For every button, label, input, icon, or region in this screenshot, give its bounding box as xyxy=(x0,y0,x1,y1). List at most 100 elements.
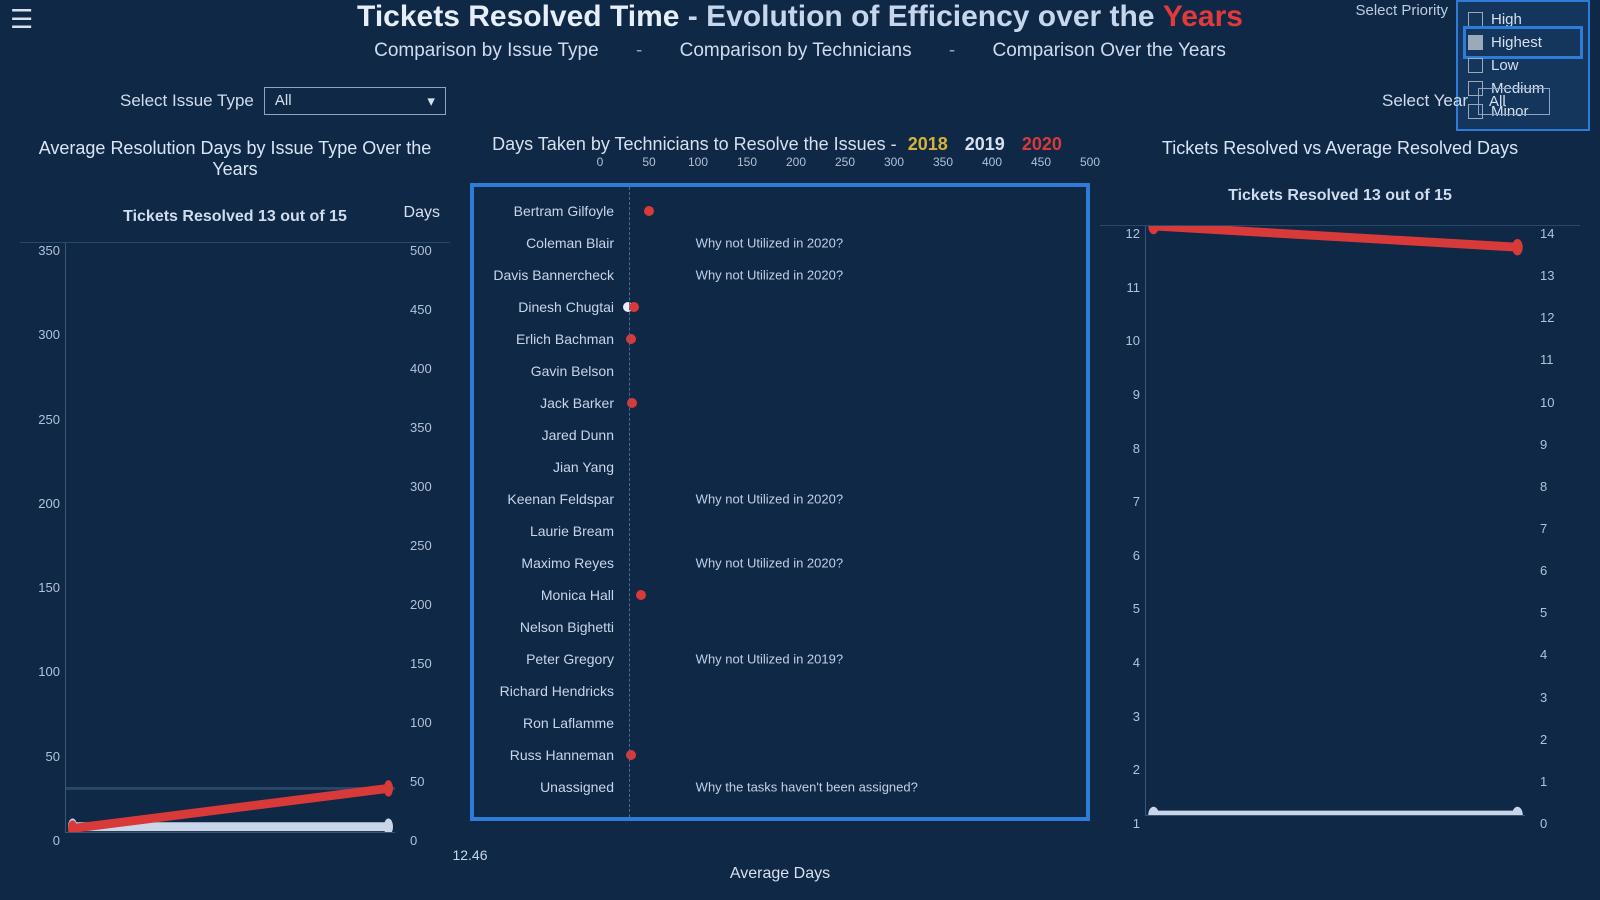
technician-name: Dinesh Chugtai xyxy=(484,299,624,315)
data-point xyxy=(626,750,636,760)
technician-track xyxy=(624,675,1072,707)
technician-track xyxy=(624,419,1072,451)
data-point xyxy=(636,590,646,600)
center-x-axis-label: Average Days xyxy=(470,865,1090,883)
x-tick: 350 xyxy=(933,155,953,169)
left-section-title: Average Resolution Days by Issue Type Ov… xyxy=(20,138,450,180)
technician-track: Why the tasks haven't been assigned? xyxy=(624,771,1072,803)
technician-row: Laurie Bream xyxy=(484,515,1072,547)
legend-2018[interactable]: 2018 xyxy=(908,134,948,154)
technician-track xyxy=(624,579,1072,611)
technician-name: Russ Hanneman xyxy=(484,747,624,763)
tab-separator: - xyxy=(636,40,642,61)
issue-type-dropdown[interactable]: All ▾ xyxy=(264,87,446,115)
technician-name: Erlich Bachman xyxy=(484,331,624,347)
technician-track: Why not Utilized in 2019? xyxy=(624,643,1072,675)
checkbox-icon xyxy=(1468,12,1483,27)
technician-row: Peter Gregory Why not Utilized in 2019? xyxy=(484,643,1072,675)
row-annotation: Why not Utilized in 2020? xyxy=(696,268,843,283)
x-tick: 0 xyxy=(597,155,604,169)
technician-name: Davis Bannercheck xyxy=(484,267,624,283)
technician-name: Jack Barker xyxy=(484,395,624,411)
data-point xyxy=(626,334,636,344)
technician-name: Nelson Bighetti xyxy=(484,619,624,635)
tab-technicians[interactable]: Comparison by Technicians xyxy=(680,40,912,61)
technician-track: Why not Utilized in 2020? xyxy=(624,227,1072,259)
technician-row: Coleman BlairWhy not Utilized in 2020? xyxy=(484,227,1072,259)
checkbox-icon xyxy=(1468,58,1483,73)
technician-name: Maximo Reyes xyxy=(484,555,624,571)
technician-name: Richard Hendricks xyxy=(484,683,624,699)
tab-years[interactable]: Comparison Over the Years xyxy=(992,40,1225,61)
right-subtitle: Tickets Resolved 13 out of 15 xyxy=(1100,187,1580,205)
technician-name: Laurie Bream xyxy=(484,523,624,539)
issue-type-value: All xyxy=(275,92,292,110)
left-axis-left: 350300250200150100500 xyxy=(20,243,66,833)
technician-track xyxy=(624,515,1072,547)
year-value: All xyxy=(1489,93,1506,110)
data-point xyxy=(644,206,654,216)
tab-separator: - xyxy=(949,40,955,61)
right-plot-svg xyxy=(1146,226,1525,815)
technician-track xyxy=(624,355,1072,387)
year-label: Select Year xyxy=(1382,91,1468,111)
chevron-down-icon: ▾ xyxy=(427,92,435,110)
row-annotation: Why the tasks haven't been assigned? xyxy=(696,780,918,795)
issue-type-label: Select Issue Type xyxy=(120,91,254,111)
technician-row: Keenan FeldsparWhy not Utilized in 2020? xyxy=(484,483,1072,515)
technician-name: Bertram Gilfoyle xyxy=(484,203,624,219)
technician-row: Jack Barker xyxy=(484,387,1072,419)
technician-row: Bertram Gilfoyle xyxy=(484,195,1072,227)
tab-issue-type[interactable]: Comparison by Issue Type xyxy=(374,40,599,61)
technician-track: Why not Utilized in 2020? xyxy=(624,483,1072,515)
technician-track xyxy=(624,387,1072,419)
right-section-title: Tickets Resolved vs Average Resolved Day… xyxy=(1100,138,1580,159)
technician-name: Monica Hall xyxy=(484,587,624,603)
priority-option-high[interactable]: High xyxy=(1468,8,1578,31)
x-tick: 150 xyxy=(737,155,757,169)
technician-row: Maximo ReyesWhy not Utilized in 2020? xyxy=(484,547,1072,579)
center-title: Days Taken by Technicians to Resolve the… xyxy=(492,134,897,154)
center-title-row: Days Taken by Technicians to Resolve the… xyxy=(470,134,1090,155)
priority-option-label: High xyxy=(1491,11,1522,28)
technician-row: Jared Dunn xyxy=(484,419,1072,451)
technician-track xyxy=(624,323,1072,355)
technician-track xyxy=(624,451,1072,483)
row-annotation: Why not Utilized in 2020? xyxy=(696,236,843,251)
left-plot-svg xyxy=(66,243,395,832)
x-tick: 400 xyxy=(982,155,1002,169)
technician-row: Gavin Belson xyxy=(484,355,1072,387)
technician-name: Jian Yang xyxy=(484,459,624,475)
priority-label: Select Priority xyxy=(1355,0,1448,19)
x-tick: 100 xyxy=(688,155,708,169)
technician-row: Davis Bannercheck Why not Utilized in 202… xyxy=(484,259,1072,291)
year-dropdown[interactable]: All xyxy=(1478,88,1550,115)
x-tick: 450 xyxy=(1031,155,1051,169)
data-point xyxy=(629,302,639,312)
legend-2020[interactable]: 2020 xyxy=(1022,134,1062,154)
technician-name: Jared Dunn xyxy=(484,427,624,443)
center-chart: Bertram Gilfoyle Coleman BlairWhy not Uti… xyxy=(470,183,1090,821)
left-axis-right: 500450400350300250200150100500 xyxy=(404,243,450,833)
technician-name: Peter Gregory xyxy=(484,651,624,667)
legend-2019[interactable]: 2019 xyxy=(965,134,1005,154)
priority-option-highest[interactable]: Highest xyxy=(1468,31,1578,54)
technician-track xyxy=(624,291,1072,323)
center-x-scale: 050100150200250300350400450500 xyxy=(600,155,1090,173)
row-annotation: Why not Utilized in 2020? xyxy=(696,492,843,507)
right-axis-left: 121110987654321 xyxy=(1100,226,1146,816)
technician-row: Monica Hall xyxy=(484,579,1072,611)
technician-name: Unassigned xyxy=(484,779,624,795)
technician-track xyxy=(624,195,1072,227)
technician-row: Russ Hanneman xyxy=(484,739,1072,771)
technician-row: Nelson Bighetti xyxy=(484,611,1072,643)
avg-reference-line xyxy=(629,187,630,817)
x-tick: 500 xyxy=(1080,155,1100,169)
right-axis-right: 14131211109876543210 xyxy=(1534,226,1580,816)
priority-option-label: Highest xyxy=(1491,34,1542,51)
row-annotation: Why not Utilized in 2019? xyxy=(696,652,843,667)
title-lead: Tickets Resolved Time xyxy=(357,0,679,33)
x-tick: 250 xyxy=(835,155,855,169)
technician-row: Dinesh Chugtai xyxy=(484,291,1072,323)
technician-track: Why not Utilized in 2020? xyxy=(624,259,1072,291)
